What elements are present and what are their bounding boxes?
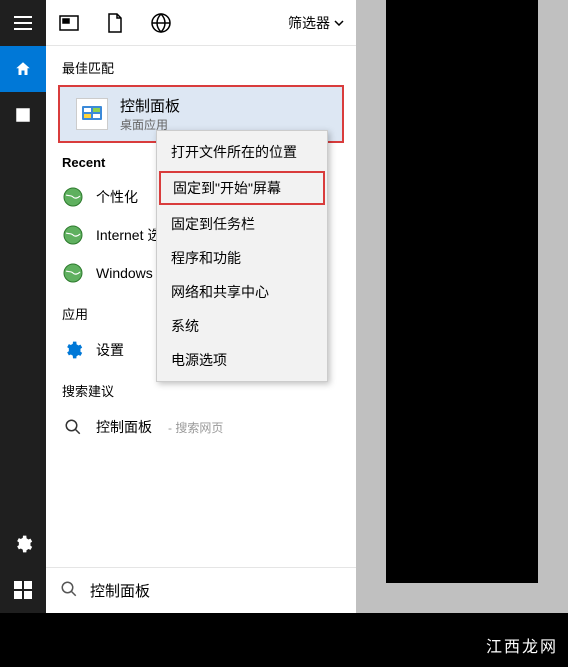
filter-dropdown[interactable]: 筛选器	[276, 0, 356, 46]
start-sidebar	[0, 0, 46, 613]
search-input[interactable]	[90, 582, 342, 599]
suggestion-sub: - 搜索网页	[168, 419, 223, 436]
app-label: 设置	[96, 340, 124, 360]
sidebar-home[interactable]	[0, 46, 46, 92]
recent-label: Windows	[96, 265, 153, 281]
suggestion-label: 控制面板	[96, 417, 152, 437]
suggestion-item[interactable]: 控制面板 - 搜索网页	[46, 408, 356, 446]
ctx-programs-features[interactable]: 程序和功能	[157, 241, 327, 275]
sidebar-settings[interactable]	[0, 521, 46, 567]
context-menu: 打开文件所在的位置 固定到"开始"屏幕 固定到任务栏 程序和功能 网络和共享中心…	[156, 130, 328, 382]
ctx-pin-start[interactable]: 固定到"开始"屏幕	[159, 171, 325, 205]
screen: 筛选器 最佳匹配 控制面板 桌面应用 Recent 个性化 Intern	[0, 0, 568, 667]
filter-label: 筛选器	[288, 13, 330, 33]
ctx-open-location[interactable]: 打开文件所在的位置	[157, 135, 327, 169]
search-icon	[62, 416, 84, 438]
watermark-text: 江西龙网	[486, 633, 558, 657]
start-button[interactable]	[0, 567, 46, 613]
recent-label: 个性化	[96, 187, 138, 207]
ctx-network-center[interactable]: 网络和共享中心	[157, 275, 327, 309]
toolbar-card-icon[interactable]	[46, 0, 92, 46]
section-best-match: 最佳匹配	[46, 46, 356, 85]
chevron-down-icon	[334, 20, 344, 26]
globe-icon	[62, 186, 84, 208]
toolbar-document-icon[interactable]	[92, 0, 138, 46]
search-bar	[46, 567, 356, 613]
sidebar-apps[interactable]	[0, 92, 46, 138]
globe-icon	[62, 224, 84, 246]
ctx-system[interactable]: 系统	[157, 309, 327, 343]
control-panel-icon	[76, 98, 108, 130]
gear-icon	[62, 339, 84, 361]
search-icon	[60, 580, 78, 601]
best-match-title: 控制面板	[120, 95, 180, 116]
recent-label: Internet 选	[96, 225, 161, 245]
globe-icon	[62, 262, 84, 284]
toolbar-web-icon[interactable]	[138, 0, 184, 46]
results-toolbar: 筛选器	[46, 0, 356, 46]
desktop-inner	[386, 0, 538, 583]
hamburger-button[interactable]	[0, 0, 46, 46]
ctx-power-options[interactable]: 电源选项	[157, 343, 327, 377]
desktop-background	[356, 0, 568, 613]
ctx-pin-taskbar[interactable]: 固定到任务栏	[157, 207, 327, 241]
